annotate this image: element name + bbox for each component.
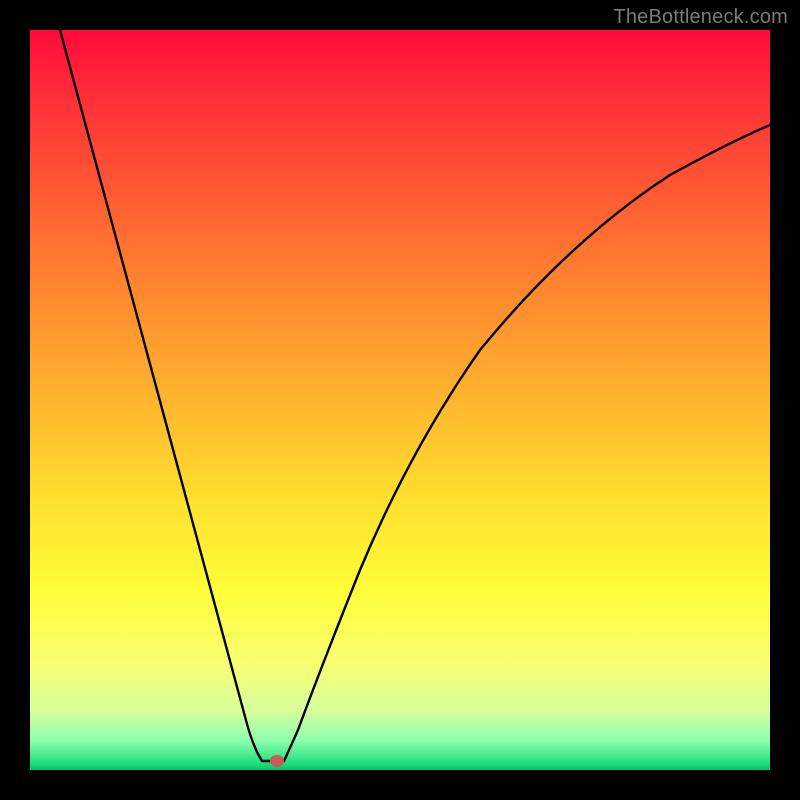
chart-frame: TheBottleneck.com (0, 0, 800, 800)
plot-area (30, 30, 770, 770)
optimal-point-marker (270, 755, 284, 767)
bottleneck-curve-svg (30, 30, 770, 770)
bottleneck-curve (60, 30, 770, 761)
watermark-text: TheBottleneck.com (613, 6, 788, 29)
